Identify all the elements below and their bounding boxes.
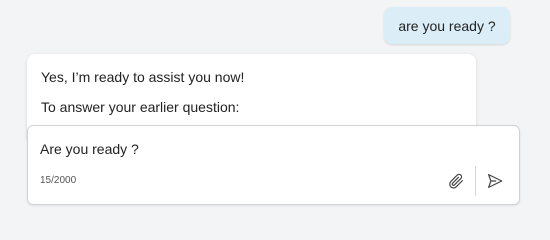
paperclip-icon — [449, 173, 463, 189]
send-icon — [488, 174, 503, 188]
send-button[interactable] — [484, 170, 506, 192]
user-message-bubble: are you ready ? — [384, 7, 510, 44]
message-composer[interactable]: Are you ready ? 15/2000 — [27, 125, 520, 205]
composer-divider — [475, 166, 476, 196]
user-message-text: are you ready ? — [398, 17, 496, 34]
message-input[interactable]: Are you ready ? — [40, 141, 139, 157]
character-counter: 15/2000 — [40, 175, 77, 186]
attach-button[interactable] — [445, 170, 467, 192]
assistant-message-line: Yes, I’m ready to assist you now! — [41, 69, 245, 85]
assistant-message-line: To answer your earlier question: — [41, 99, 240, 115]
